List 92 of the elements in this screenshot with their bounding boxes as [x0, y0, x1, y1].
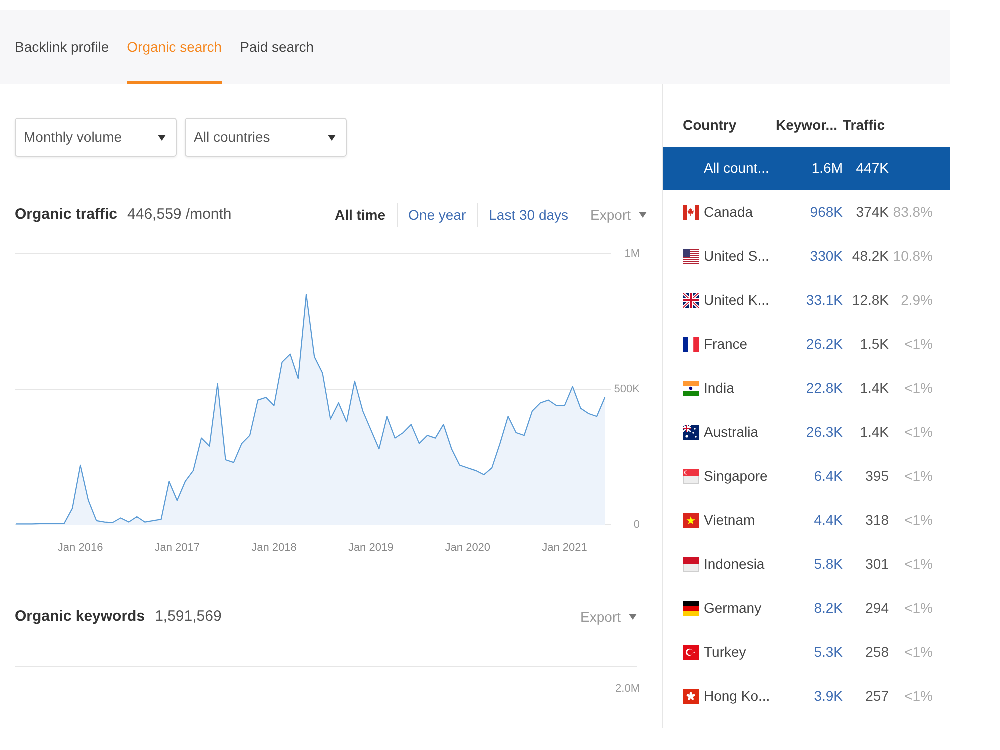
traffic-share: <1%	[904, 334, 933, 354]
keyword-count: 33.1K	[805, 290, 843, 310]
traffic-count: 1.5K	[859, 334, 889, 354]
keyword-count: 8.2K	[813, 598, 843, 618]
traffic-share: <1%	[904, 686, 933, 706]
keyword-count: 26.3K	[805, 422, 843, 442]
traffic-count: 48.2K	[851, 246, 889, 266]
country-name: Vietnam	[704, 510, 756, 530]
tricolour-flag-icon	[683, 336, 699, 352]
caret-icon	[158, 134, 166, 140]
keywords-value: 1,591,569	[155, 606, 222, 627]
traffic-count: 447K	[855, 159, 889, 178]
axis-label: Jan 2018	[252, 542, 297, 554]
maple-leaf-flag-icon	[683, 204, 699, 220]
traffic-count: 395	[864, 466, 889, 486]
caret-icon	[629, 614, 637, 620]
traffic-count: 318	[864, 510, 889, 530]
dropdown[interactable]: Monthly volume	[15, 118, 177, 157]
caret-icon	[639, 212, 647, 218]
country-name: Hong Ko...	[704, 686, 770, 706]
country-name: Germany	[704, 598, 762, 618]
country-name: France	[704, 334, 748, 354]
tab[interactable]: Paid search	[240, 10, 314, 84]
traffic-count: 258	[864, 642, 889, 662]
keyword-count: 330K	[809, 246, 843, 266]
tab[interactable]: Backlink profile	[15, 10, 110, 84]
traffic-count: 294	[864, 598, 889, 618]
section-title: Organic traffic	[15, 204, 118, 225]
axis-label: Jan 2019	[348, 542, 394, 554]
traffic-share: <1%	[904, 642, 933, 662]
union-jack-flag-icon	[683, 292, 699, 308]
dropdown[interactable]: All countries	[185, 118, 347, 157]
axis-label: 0	[634, 519, 640, 531]
country-name: Canada	[704, 202, 754, 222]
keyword-count: 4.4K	[813, 510, 843, 530]
time-range-tab[interactable]: Last 30 days	[489, 204, 569, 226]
traffic-share: <1%	[904, 510, 933, 530]
traffic-share: <1%	[904, 554, 933, 574]
traffic-share: 2.9%	[900, 290, 933, 310]
star-flag-icon	[683, 512, 699, 528]
keyword-count: 968K	[809, 202, 843, 222]
traffic-share: 10.8%	[892, 246, 933, 266]
stars-stripes-flag-icon	[683, 248, 699, 264]
country-name: United S...	[704, 246, 770, 266]
country-name: India	[704, 378, 734, 398]
keyword-count: 1.6M	[810, 159, 843, 178]
traffic-share: <1%	[904, 378, 933, 398]
traffic-share: <1%	[904, 598, 933, 618]
country-name: All count...	[704, 159, 770, 178]
table-row[interactable]: All count... 1.6M 447K	[663, 147, 950, 190]
two-band-flag-icon	[683, 468, 699, 484]
country-name: United K...	[704, 290, 770, 310]
column-header[interactable]: Traffic	[843, 114, 889, 136]
keyword-count: 22.8K	[805, 378, 843, 398]
traffic-share: <1%	[904, 466, 933, 486]
tricolour-flag-icon	[683, 600, 699, 616]
traffic-count: 374K	[855, 202, 889, 222]
axis-label: 500K	[614, 384, 640, 396]
axis-label: 1M	[624, 248, 640, 260]
axis-label: Jan 2020	[445, 542, 491, 554]
traffic-count: 257	[864, 686, 889, 706]
traffic-count: 12.8K	[851, 290, 889, 310]
traffic-share: <1%	[904, 422, 933, 442]
axis-label: Jan 2021	[542, 542, 588, 554]
traffic-count: 301	[864, 554, 889, 574]
tricolour-flag-icon	[683, 380, 699, 396]
country-name: Indonesia	[704, 554, 765, 574]
keyword-count: 5.8K	[813, 554, 843, 574]
time-range-tab[interactable]: One year	[408, 204, 466, 226]
axis-label: Jan 2017	[154, 542, 200, 554]
crescent-flag-icon	[683, 644, 699, 660]
axis-label: Jan 2016	[58, 542, 104, 554]
flower-flag-icon	[683, 688, 699, 704]
keyword-count: 26.2K	[805, 334, 843, 354]
column-header[interactable]: Keywor...	[776, 114, 843, 136]
country-name: Australia	[704, 422, 758, 442]
column-header[interactable]: Country	[683, 114, 776, 136]
traffic-count: 1.4K	[859, 422, 889, 442]
union-jack-stars-flag-icon	[683, 424, 699, 440]
country-name: Singapore	[704, 466, 768, 486]
traffic-value: 446,559 /month	[128, 204, 232, 225]
traffic-count: 1.4K	[859, 378, 889, 398]
section-title: Organic keywords	[15, 606, 146, 627]
country-name: Turkey	[704, 642, 746, 662]
two-band-flag-icon	[683, 556, 699, 572]
keyword-count: 6.4K	[813, 466, 843, 486]
keyword-count: 3.9K	[813, 686, 843, 706]
time-range-tab[interactable]: All time	[334, 204, 386, 226]
traffic-share: 83.8%	[892, 202, 933, 222]
keyword-count: 5.3K	[813, 642, 843, 662]
caret-icon	[328, 134, 336, 140]
axis-label: 2.0M	[616, 682, 640, 697]
